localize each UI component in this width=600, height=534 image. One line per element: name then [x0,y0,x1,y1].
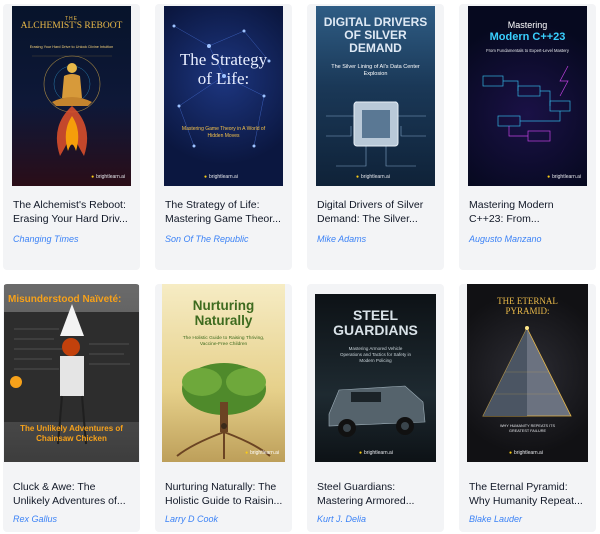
book-author[interactable]: Larry D Cook [165,514,218,524]
book-title[interactable]: Digital Drivers of Silver Demand: The Si… [317,198,441,226]
cover-top-text: Mastering [507,20,548,30]
book-title[interactable]: Steel Guardians: Mastering Armored... [317,480,441,508]
cover-subtitle: From Fundamentals to Expert-Level Master… [486,48,569,53]
book-title[interactable]: The Eternal Pyramid: Why Humanity Repeat… [469,480,593,508]
book-cover[interactable]: STEEL GUARDIANS Mastering Armored Vehicl… [315,294,436,462]
book-author[interactable]: Changing Times [13,234,78,244]
book-card[interactable]: THE ALCHEMIST'S REBOOT Erasing Your Hard… [3,4,140,270]
book-title-line-2: C++23: From... [469,213,540,225]
book-title-line-1: Cluck & Awe: The [13,481,96,493]
book-title-line-2: Mastering Armored... [317,495,415,507]
book-cover[interactable]: Nurturing Naturally The Holistic Guide t… [162,284,285,462]
book-title[interactable]: Cluck & Awe: The Unlikely Adventures of.… [13,480,137,508]
book-card[interactable]: STEEL GUARDIANS Mastering Armored Vehicl… [307,284,444,532]
cover-subtitle: The Holistic Guide to Raising Thriving, … [182,336,265,347]
book-author[interactable]: Son Of The Republic [165,234,249,244]
book-cover[interactable]: THE ETERNAL PYRAMID: WHY HUMANITY REPEAT… [467,284,588,462]
book-card[interactable]: DIGITAL DRIVERS OF SILVER DEMAND The Sil… [307,4,444,270]
book-author[interactable]: Rex Gallus [13,514,57,524]
cover-subtitle: Mastering Game Theory in A World of Hidd… [181,126,266,139]
cover-subtitle: Erasing Your Hard Drive to Unlock Divine… [29,45,114,49]
book-card[interactable]: Misunderstood Naïveté: The Unlikely Adve… [3,284,140,532]
book-title-line-1: Steel Guardians: [317,481,396,493]
brand-logo: brightlearn.ai [204,174,238,180]
brand-logo: brightlearn.ai [245,450,279,456]
book-title-line-1: Digital Drivers of Silver [317,199,424,211]
book-title-line-2: Unlikely Adventures of... [13,495,126,507]
network-nodes-art [172,24,271,148]
book-card[interactable]: Mastering Modern C++23 From Fundamentals… [459,4,596,270]
book-title-line-1: Nurturing Naturally: The [165,481,277,493]
cover-subtitle: The Unlikely Adventures of Chainsaw Chic… [20,424,123,443]
cover-title: STEEL GUARDIANS [333,307,418,338]
book-title[interactable]: The Strategy of Life: Mastering Game The… [165,198,289,226]
book-cover[interactable]: Misunderstood Naïveté: The Unlikely Adve… [4,284,139,462]
book-title-line-2: Why Humanity Repeat... [469,495,583,507]
cover-title: Modern C++23 [489,31,566,43]
cover-title: ALCHEMIST'S REBOOT [20,21,123,31]
book-card[interactable]: THE ETERNAL PYRAMID: WHY HUMANITY REPEAT… [459,284,596,532]
cover-subtitle: WHY HUMANITY REPEATS ITS GREATEST FAILUR… [499,424,556,433]
book-cover[interactable]: The Strategy of Life: Mastering Game The… [164,6,283,186]
book-title[interactable]: Nurturing Naturally: The Holistic Guide … [165,480,289,508]
brand-logo: brightlearn.ai [91,174,125,180]
cover-subtitle: The Silver Lining of AI's Data Center Ex… [331,64,420,77]
brand-logo: brightlearn.ai [547,174,581,180]
book-author[interactable]: Mike Adams [317,234,366,244]
book-title-line-2: Erasing Your Hard Driv... [13,213,128,225]
book-title-line-1: The Strategy of Life: [165,199,260,211]
cover-title: DIGITAL DRIVERS OF SILVER DEMAND [323,15,428,55]
cover-title: Nurturing Naturally [192,298,255,328]
book-author[interactable]: Augusto Manzano [469,234,542,244]
cover-title: Misunderstood Naïveté: [8,294,122,305]
book-card[interactable]: Nurturing Naturally The Holistic Guide t… [155,284,292,532]
book-card[interactable]: The Strategy of Life: Mastering Game The… [155,4,292,270]
book-cover[interactable]: THE ALCHEMIST'S REBOOT Erasing Your Hard… [12,6,131,186]
cover-title: THE ETERNAL PYRAMID: [497,296,558,316]
book-cover[interactable]: DIGITAL DRIVERS OF SILVER DEMAND The Sil… [316,6,435,186]
brand-logo: brightlearn.ai [359,450,393,456]
cover-subtitle: Mastering Armored Vehicle Operations and… [340,346,411,363]
cover-title: The Strategy of Life: [179,50,268,88]
book-author[interactable]: Blake Lauder [469,514,522,524]
brand-logo: brightlearn.ai [509,450,543,456]
brand-logo: brightlearn.ai [356,174,390,180]
book-title-line-2: Holistic Guide to Raisin... [165,495,283,507]
book-author[interactable]: Kurt J. Delia [317,514,366,524]
meditation-figure-art [32,55,112,156]
book-title-line-2: Demand: The Silver... [317,213,418,225]
book-title[interactable]: Mastering Modern C++23: From... [469,198,593,226]
book-title[interactable]: The Alchemist's Reboot: Erasing Your Har… [13,198,137,226]
book-title-line-2: Mastering Game Theor... [165,213,281,225]
book-title-line-1: The Alchemist's Reboot: [13,199,126,211]
book-cover[interactable]: Mastering Modern C++23 From Fundamentals… [468,6,587,186]
book-title-line-1: The Eternal Pyramid: [469,481,568,493]
book-title-line-1: Mastering Modern [469,199,554,211]
